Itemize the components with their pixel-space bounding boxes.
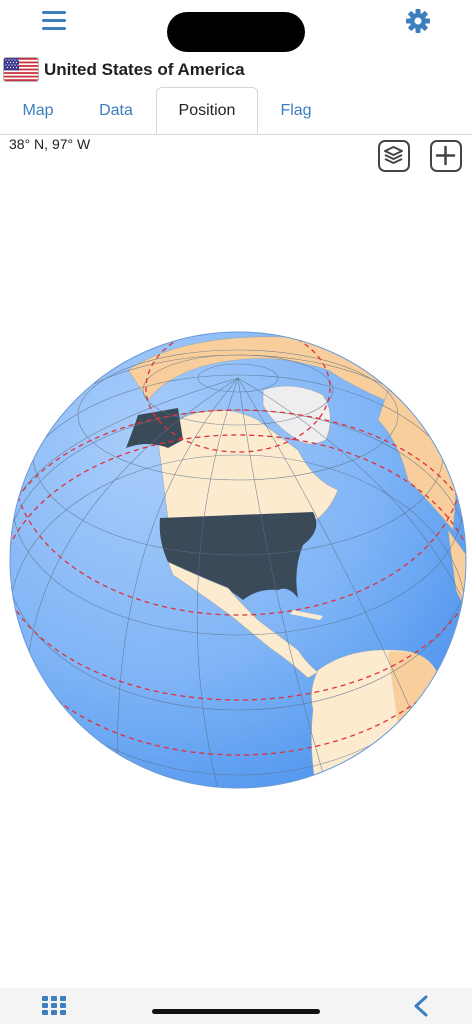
bottom-bar (0, 988, 472, 1024)
gear-icon[interactable] (404, 7, 432, 35)
globe-view[interactable] (8, 330, 468, 790)
coordinates-label: 38° N, 97° W (9, 136, 91, 152)
chevron-left-icon[interactable] (410, 994, 432, 1018)
zoom-in-button[interactable] (430, 140, 462, 172)
tab-bar: Map Data Position Flag (0, 87, 472, 135)
top-bar (0, 0, 472, 52)
dynamic-island (167, 12, 305, 52)
grid-icon[interactable] (42, 996, 68, 1016)
country-title: United States of America (44, 60, 245, 79)
home-indicator (152, 1009, 320, 1014)
tab-data[interactable]: Data (82, 87, 150, 134)
hamburger-menu-icon[interactable] (40, 9, 68, 33)
tab-position[interactable]: Position (156, 87, 258, 134)
layers-icon (384, 146, 403, 164)
globe-map[interactable] (8, 330, 468, 790)
tab-flag[interactable]: Flag (266, 87, 326, 134)
tab-map[interactable]: Map (6, 87, 70, 134)
us-flag-icon (4, 58, 38, 81)
country-header: United States of America (0, 54, 472, 86)
plus-icon (435, 145, 456, 166)
layers-button[interactable] (378, 140, 410, 172)
